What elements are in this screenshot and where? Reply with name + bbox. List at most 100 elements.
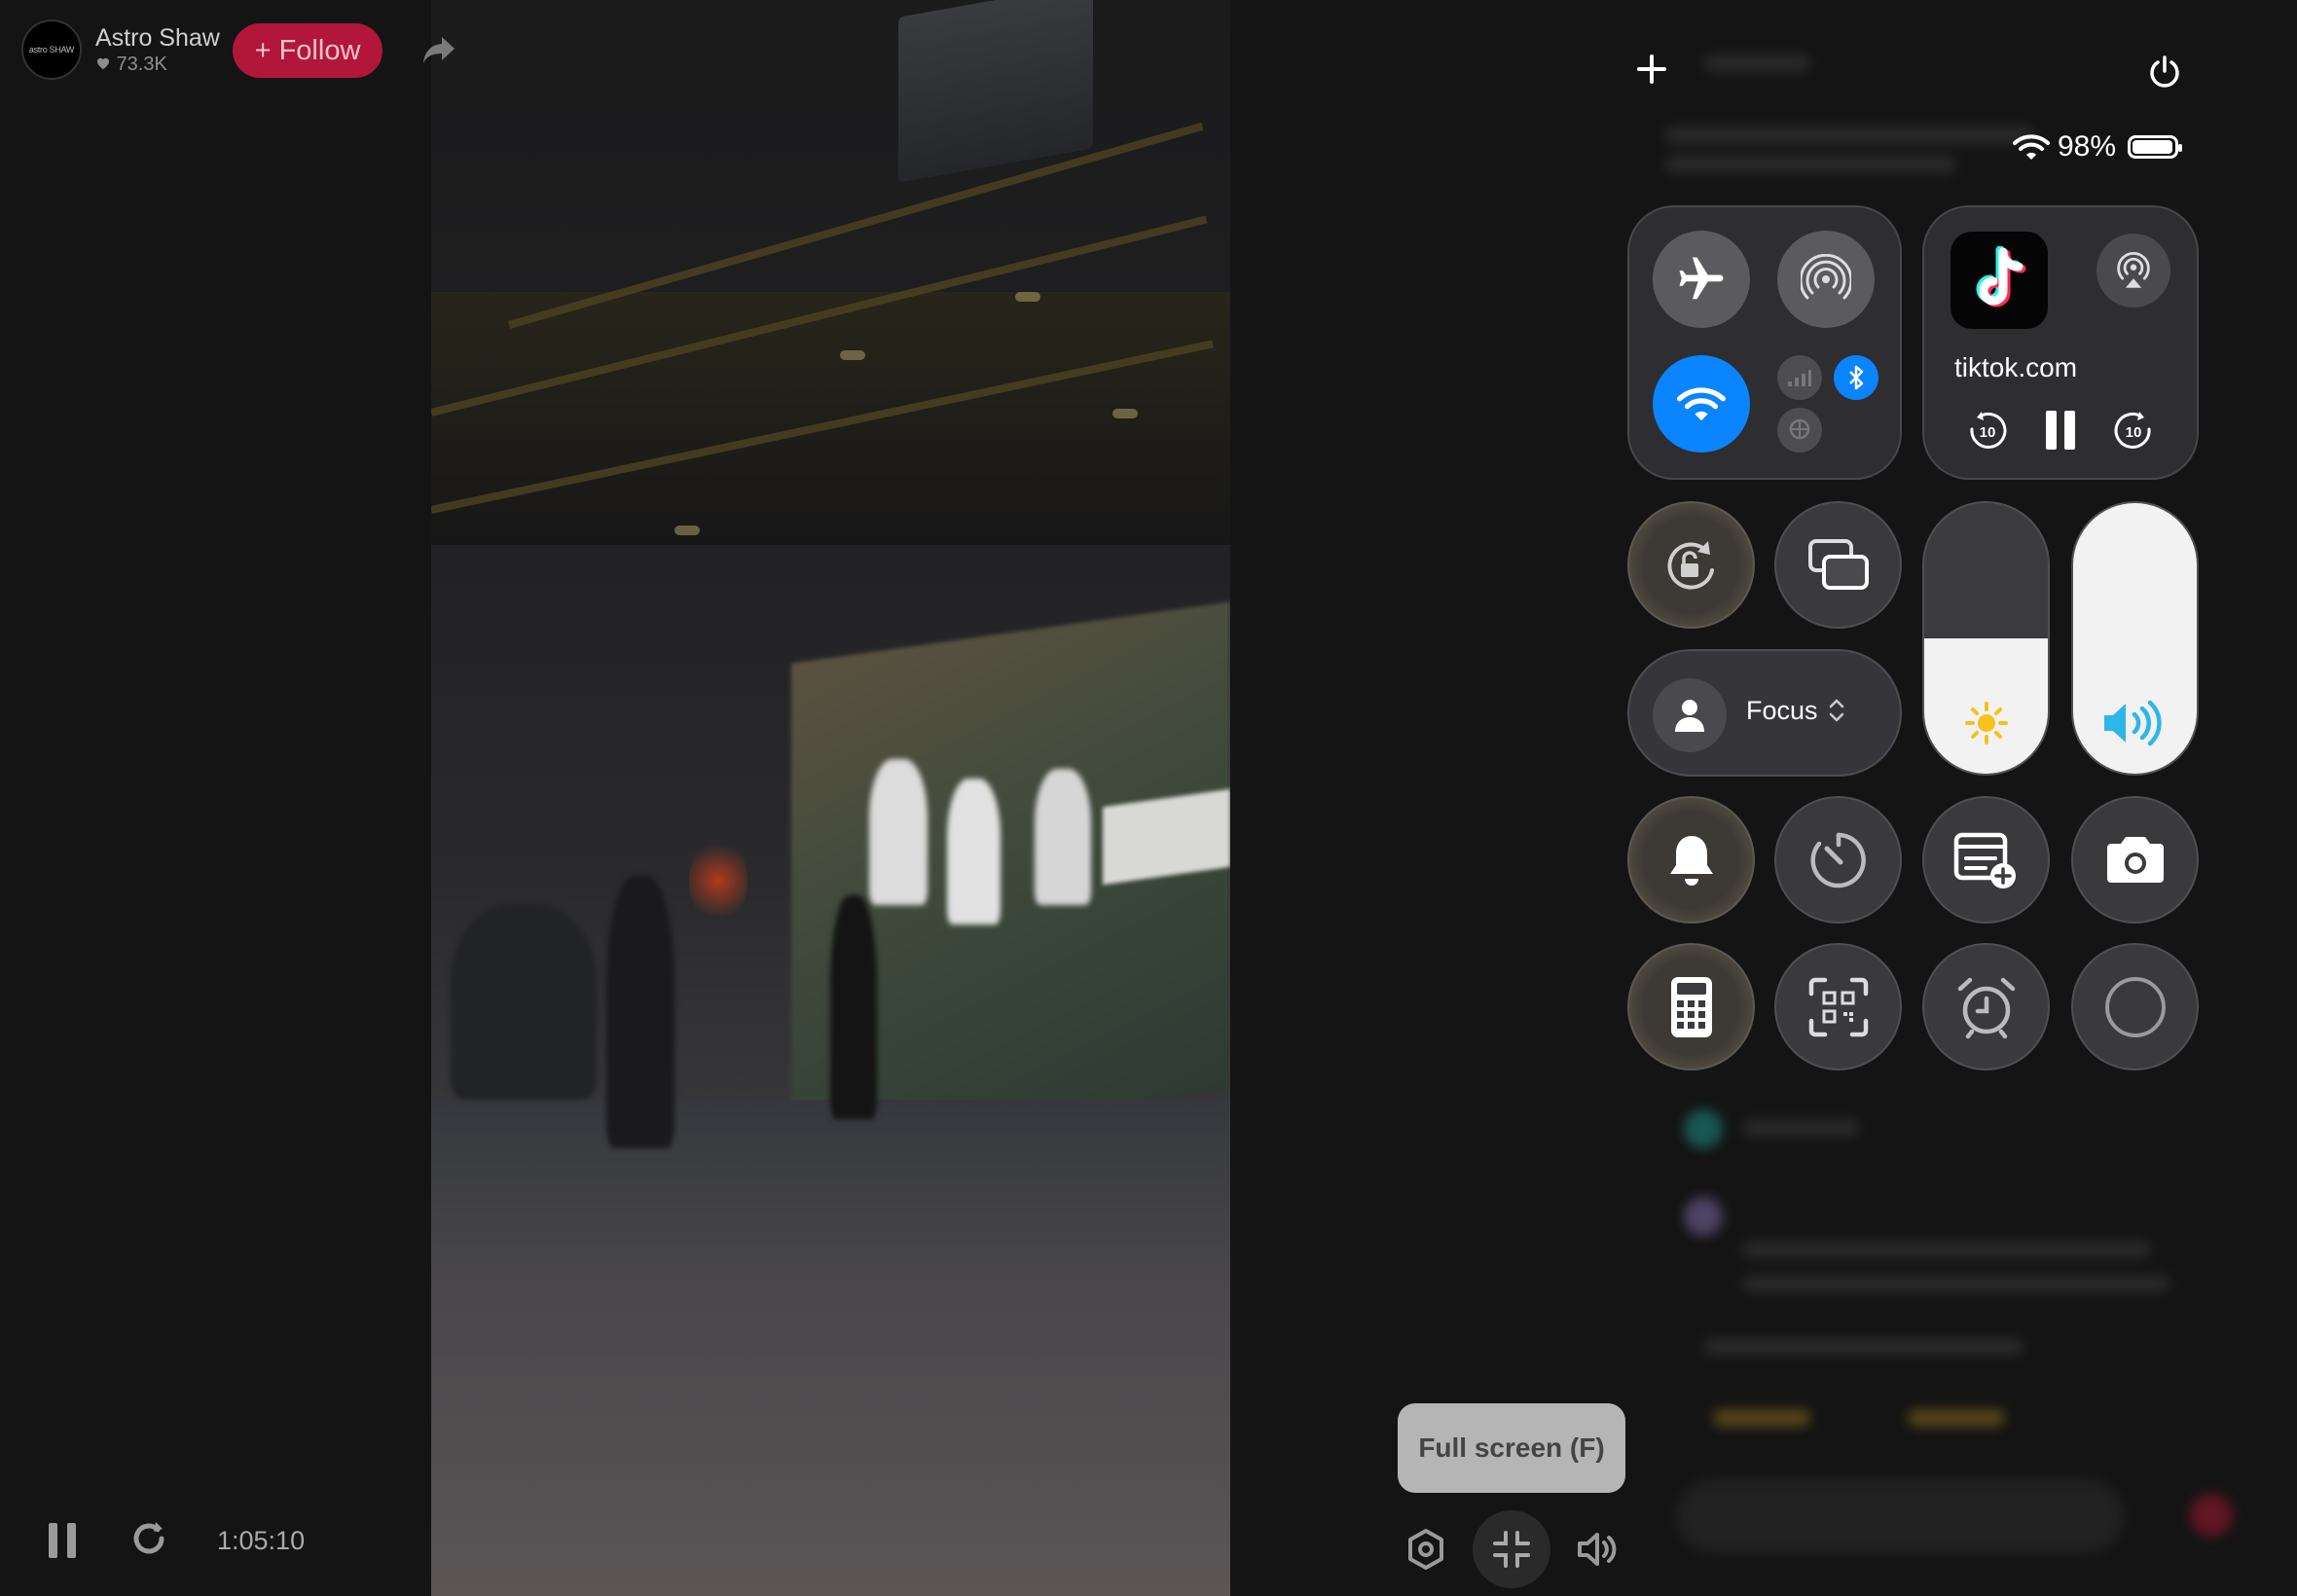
video-red-glow [689, 837, 747, 925]
wifi-icon [1677, 387, 1726, 421]
screen-mirroring-icon [1807, 538, 1869, 590]
blur-avatar [1684, 1109, 1723, 1148]
focus-label: Focus [1746, 696, 1818, 725]
plus-icon[interactable] [1637, 54, 1666, 84]
chevron-up-down-icon [1829, 699, 1844, 722]
calculator-button[interactable] [1627, 943, 1755, 1070]
media-source: tiktok.com [1954, 352, 2078, 382]
bluetooth-toggle[interactable] [1834, 355, 1878, 400]
video-figure [451, 905, 597, 1100]
blur-row [1664, 156, 1956, 173]
silent-mode-toggle[interactable] [1627, 796, 1755, 924]
creator-name[interactable]: Astro Shaw [95, 24, 220, 53]
video-floor [431, 1100, 1230, 1596]
video-lamp [675, 526, 700, 535]
share-icon[interactable] [422, 35, 456, 64]
heart-icon [97, 57, 109, 69]
video-lamp [1112, 409, 1138, 418]
alarm-button[interactable] [1922, 943, 2050, 1070]
settings-icon [1408, 1529, 1443, 1570]
airplay-icon [2117, 251, 2150, 288]
person-icon [1675, 700, 1704, 732]
blur-row [1664, 127, 2034, 144]
connectivity-module[interactable] [1627, 205, 1902, 480]
qr-code-icon [1808, 977, 1868, 1036]
bluetooth-icon [1849, 365, 1864, 390]
like-count: 73.3K [95, 54, 220, 76]
skip-back-button[interactable]: 10 [1966, 409, 2009, 452]
airplane-mode-toggle[interactable] [1653, 231, 1750, 328]
replay-icon[interactable] [129, 1519, 168, 1558]
blur-input [1676, 1479, 2124, 1553]
blur-row [1742, 1119, 1859, 1137]
camera-button[interactable] [2071, 796, 2199, 924]
video-figure [1035, 769, 1091, 905]
orientation-lock-icon [1666, 540, 1714, 590]
avatar[interactable]: astro SHAW [21, 19, 82, 80]
blur-avatar [1684, 1197, 1723, 1236]
blur-row [1703, 1338, 2024, 1356]
camera-icon [2106, 836, 2164, 883]
vpn-icon [1789, 418, 1810, 440]
status-bar: 98% [2013, 130, 2183, 163]
tiktok-note-shape [1976, 246, 2026, 308]
screen-record-icon [2104, 976, 2166, 1037]
video-ceiling [431, 292, 1230, 545]
qr-scanner-button[interactable] [1774, 943, 1902, 1070]
vpn-toggle[interactable] [1777, 408, 1822, 453]
exit-fullscreen-button[interactable] [1473, 1510, 1550, 1588]
video-lamp [1015, 292, 1040, 302]
cellular-icon [1788, 370, 1811, 386]
cellular-toggle[interactable] [1777, 355, 1822, 400]
speaker-icon [2103, 700, 2162, 746]
airplay-button[interactable] [2096, 234, 2170, 308]
video-figure [869, 759, 928, 905]
volume-button[interactable] [1558, 1510, 1636, 1588]
power-icon[interactable] [2147, 54, 2182, 90]
wifi-icon [2013, 134, 2050, 160]
calculator-icon [1670, 976, 1712, 1037]
video-speaker-shape [898, 0, 1093, 183]
like-count-value: 73.3K [116, 53, 167, 75]
focus-toggle[interactable]: Focus [1627, 649, 1902, 777]
hotspot-toggle[interactable] [1777, 231, 1875, 328]
creator-header: astro SHAW Astro Shaw 73.3K [21, 19, 220, 80]
blur-row [1703, 54, 1810, 72]
blur-row [1908, 1409, 2005, 1427]
skip-back-label: 10 [1980, 424, 1996, 441]
blur-heart [2190, 1494, 2233, 1537]
blur-row [1713, 1409, 1810, 1427]
volume-slider[interactable] [2071, 501, 2199, 776]
video-figure [947, 779, 1001, 925]
playback-timecode: 1:05:10 [217, 1526, 306, 1555]
skip-forward-label: 10 [2126, 424, 2142, 441]
quick-note-button[interactable] [1922, 796, 2050, 924]
battery-percent: 98% [2058, 130, 2117, 163]
screen-record-button[interactable] [2071, 943, 2199, 1070]
tiktok-icon[interactable] [1951, 232, 2048, 329]
pause-icon[interactable] [47, 1521, 78, 1560]
person-icon-bg [1653, 678, 1727, 752]
video-figure [830, 895, 877, 1119]
timer-button[interactable] [1774, 796, 1902, 924]
airplane-icon [1679, 257, 1724, 300]
follow-button[interactable]: + Follow [233, 23, 383, 78]
avatar-text: astro SHAW [28, 45, 75, 54]
settings-button[interactable] [1387, 1510, 1465, 1588]
timer-icon [1809, 832, 1866, 888]
volume-icon [1578, 1533, 1617, 1566]
blur-row [1742, 1241, 2151, 1258]
video-figure [606, 876, 675, 1148]
video-player[interactable] [431, 0, 1230, 1596]
media-pause-button[interactable] [2044, 409, 2077, 452]
fullscreen-tooltip: Full screen (F) [1398, 1403, 1625, 1493]
screen-mirroring-button[interactable] [1774, 501, 1902, 629]
blur-row [1742, 1275, 2170, 1292]
hotspot-icon [1801, 254, 1851, 300]
bell-icon [1669, 835, 1713, 886]
brightness-slider[interactable] [1922, 501, 2050, 776]
wifi-toggle[interactable] [1653, 355, 1750, 453]
exit-fullscreen-icon [1493, 1531, 1530, 1568]
skip-forward-button[interactable]: 10 [2112, 409, 2155, 452]
orientation-lock-toggle[interactable] [1627, 501, 1755, 629]
